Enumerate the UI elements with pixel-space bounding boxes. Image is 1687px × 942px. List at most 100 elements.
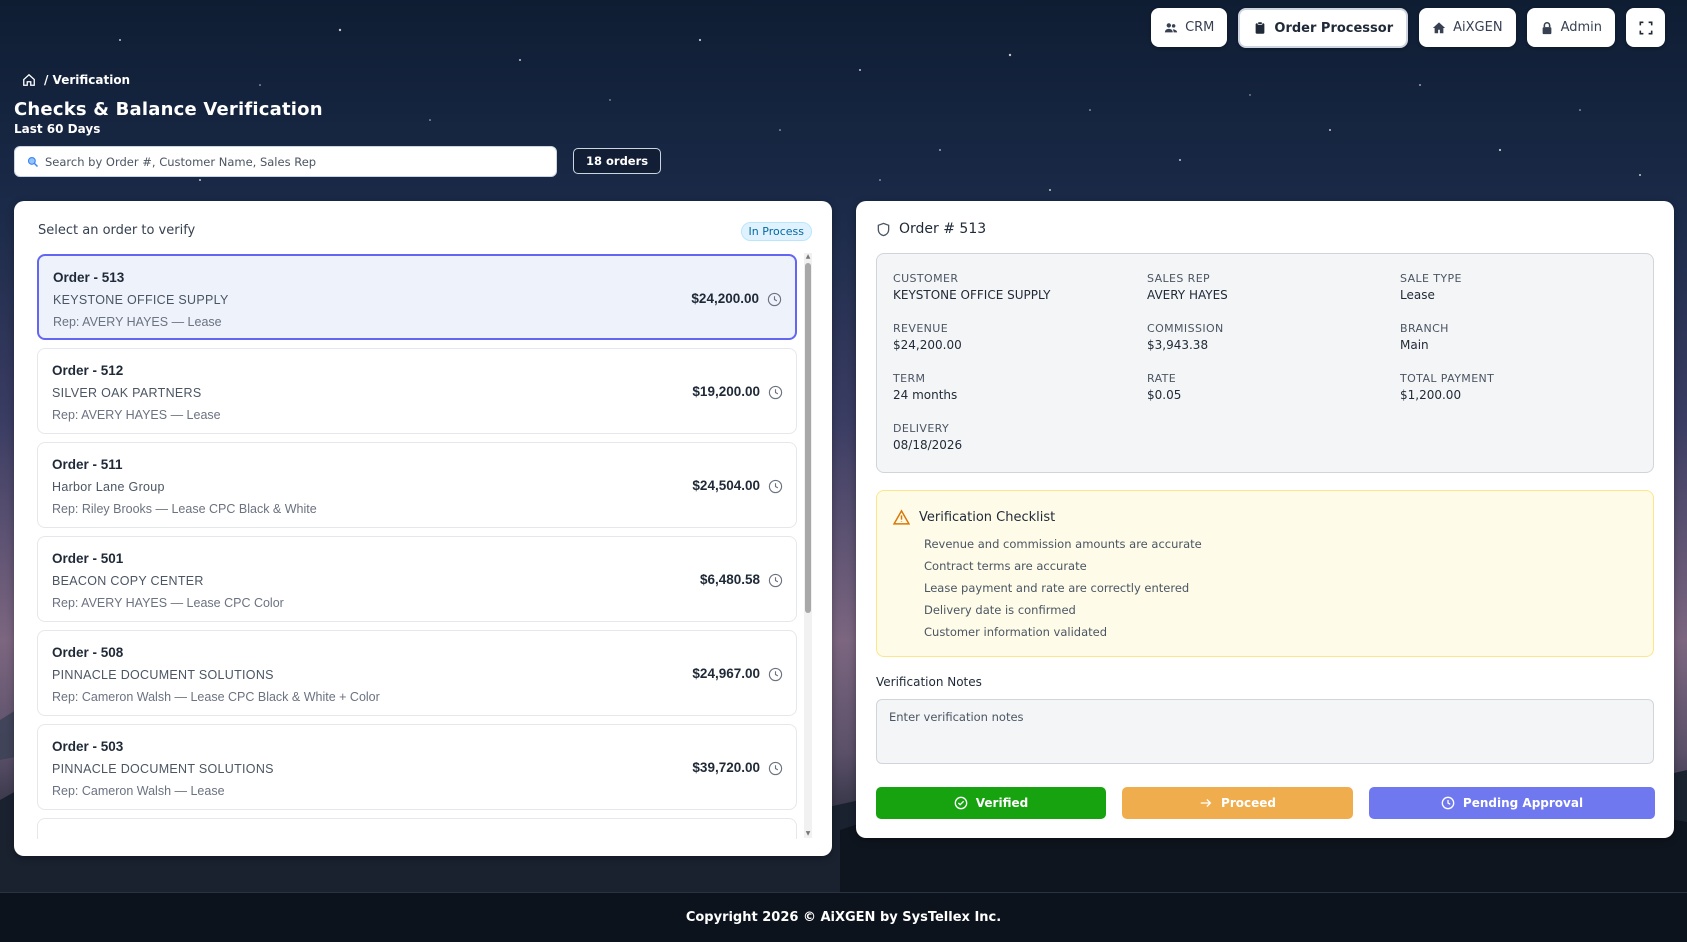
order-rep: Rep: Cameron Walsh — Lease CPC Black & W… <box>52 690 380 704</box>
lock-icon <box>1542 21 1551 34</box>
field-commission: Commission $3,943.38 <box>1147 322 1224 352</box>
order-details-box: Customer KEYSTONE OFFICE SUPPLY Sales Re… <box>876 253 1654 473</box>
pending-approval-button[interactable]: Pending Approval <box>1369 787 1655 819</box>
proceed-button[interactable]: Proceed <box>1122 787 1353 819</box>
order-title: Order - 508 <box>52 645 124 660</box>
order-amount: $39,720.00 <box>692 760 760 775</box>
users-icon <box>1164 22 1178 32</box>
order-rep: Rep: Riley Brooks — Lease CPC Black & Wh… <box>52 502 317 516</box>
verified-button-label: Verified <box>975 796 1029 810</box>
order-title: Order - 501 <box>52 551 124 566</box>
order-amount: $24,200.00 <box>691 291 759 306</box>
verified-button[interactable]: Verified <box>876 787 1106 819</box>
field-term-value: 24 months <box>893 388 958 402</box>
home-icon[interactable] <box>22 73 36 87</box>
order-amount: $24,967.00 <box>692 666 760 681</box>
order-card[interactable]: Order - 512 SILVER OAK PARTNERS Rep: AVERY… <box>37 348 797 434</box>
scroll-up-arrow-icon[interactable]: ▲ <box>804 253 812 261</box>
field-revenue-label: Revenue <box>893 322 949 335</box>
checklist-item: Contract terms are accurate <box>924 559 1087 573</box>
field-sale-type-value: Lease <box>1400 288 1435 302</box>
order-rep: Rep: Cameron Walsh — Lease <box>52 784 225 798</box>
order-customer: SILVER OAK PARTNERS <box>52 386 202 400</box>
order-rep: Rep: AVERY HAYES — Lease <box>53 315 222 329</box>
nav-order-processor-button[interactable]: Order Processor <box>1238 8 1409 48</box>
order-customer: Harbor Lane Group <box>52 480 165 494</box>
nav-aixgen-label: AiXGEN <box>1453 20 1503 35</box>
verification-checklist: Verification Checklist Revenue and commi… <box>876 490 1654 657</box>
nav-aixgen-button[interactable]: AiXGEN <box>1419 8 1516 47</box>
clipboard-icon <box>1256 21 1265 34</box>
checklist-header: Verification Checklist <box>893 509 1055 526</box>
field-customer-label: Customer <box>893 272 959 285</box>
checklist-title: Verification Checklist <box>919 510 1056 525</box>
order-card[interactable]: Order - 511 Harbor Lane Group Rep: Riley B… <box>37 442 797 528</box>
search-icon <box>27 156 39 167</box>
order-list[interactable]: Order - 513 KEYSTONE OFFICE SUPPLY Rep: AV… <box>37 254 812 839</box>
scroll-down-arrow-icon[interactable]: ▼ <box>804 830 812 838</box>
field-term-label: Term <box>893 372 926 385</box>
field-commission-value: $3,943.38 <box>1147 338 1209 352</box>
field-customer-value: KEYSTONE OFFICE SUPPLY <box>893 288 1051 302</box>
nav-admin-label: Admin <box>1560 20 1602 35</box>
field-delivery-value: 08/18/2026 <box>893 438 963 452</box>
order-amount: $6,480.58 <box>699 572 760 587</box>
order-card[interactable]: Order - 508 PINNACLE DOCUMENT SOLUTIONS Re… <box>37 630 797 716</box>
order-card[interactable]: Order - 503 PINNACLE DOCUMENT SOLUTIONS Re… <box>37 724 797 810</box>
field-sale-type-label: Sale Type <box>1400 272 1462 285</box>
footer: Copyright 2026 © AiXGEN by SysTellex Inc… <box>0 892 1687 942</box>
field-revenue: Revenue $24,200.00 <box>893 322 962 352</box>
nav-crm-button[interactable]: CRM <box>1151 8 1228 47</box>
nav-admin-button[interactable]: Admin <box>1526 8 1615 47</box>
field-total-payment-label: Total Payment <box>1400 372 1495 385</box>
order-title: Order - 511 <box>52 457 123 472</box>
order-title: Order - 512 <box>52 363 124 378</box>
page-title: Checks & Balance Verification <box>14 99 323 120</box>
order-customer: PINNACLE DOCUMENT SOLUTIONS <box>52 668 274 682</box>
order-list-scrollbar[interactable]: ▲ ▼ <box>804 253 812 838</box>
nav-order-processor-label: Order Processor <box>1274 20 1394 36</box>
fullscreen-button[interactable] <box>1626 8 1665 47</box>
search-input[interactable] <box>45 154 544 169</box>
order-card[interactable]: Order - 501 BEACON COPY CENTER Rep: AVERY … <box>37 536 797 622</box>
scroll-thumb[interactable] <box>805 263 811 613</box>
field-rate-label: Rate <box>1147 372 1177 385</box>
field-rate: Rate $0.05 <box>1147 372 1181 402</box>
search-bar <box>14 146 557 177</box>
order-card[interactable]: Order - 513 KEYSTONE OFFICE SUPPLY Rep: AV… <box>37 254 797 340</box>
field-sales-rep-label: Sales Rep <box>1147 272 1211 285</box>
proceed-button-label: Proceed <box>1221 796 1276 810</box>
field-branch-label: Branch <box>1400 322 1449 335</box>
arrow-right-icon <box>1200 799 1212 807</box>
top-nav: CRM Order Processor AiXGEN Admin <box>1151 8 1665 48</box>
order-card[interactable] <box>37 818 797 839</box>
breadcrumb: / Verification <box>22 73 130 87</box>
field-sale-type: Sale Type Lease <box>1400 272 1462 302</box>
page-subtitle: Last 60 Days <box>14 122 101 136</box>
clock-icon <box>768 573 783 588</box>
checklist-item: Customer information validated <box>924 625 1108 639</box>
clock-icon <box>1441 796 1455 810</box>
nav-crm-label: CRM <box>1185 20 1215 35</box>
clock-icon <box>768 385 783 400</box>
field-sales-rep-value: AVERY HAYES <box>1147 288 1228 302</box>
clock-icon <box>767 292 782 307</box>
verification-notes-input[interactable] <box>876 699 1654 764</box>
field-sales-rep: Sales Rep AVERY HAYES <box>1147 272 1228 302</box>
clock-icon <box>768 761 783 776</box>
field-customer: Customer KEYSTONE OFFICE SUPPLY <box>893 272 1050 302</box>
order-title: Order - 513 <box>53 270 125 285</box>
order-customer: KEYSTONE OFFICE SUPPLY <box>53 293 229 307</box>
field-delivery: Delivery 08/18/2026 <box>893 422 962 452</box>
verification-notes-label: Verification Notes <box>876 675 982 689</box>
field-total-payment-value: $1,200.00 <box>1400 388 1462 402</box>
checklist-item: Revenue and commission amounts are accur… <box>924 537 1202 551</box>
field-branch-value: Main <box>1400 338 1429 352</box>
order-amount: $19,200.00 <box>692 384 760 399</box>
home-icon <box>1433 21 1446 33</box>
field-branch: Branch Main <box>1400 322 1449 352</box>
field-total-payment: Total Payment $1,200.00 <box>1400 372 1494 402</box>
checklist-item: Delivery date is confirmed <box>924 603 1076 617</box>
warning-icon <box>893 509 910 525</box>
breadcrumb-current: / Verification <box>44 73 131 87</box>
